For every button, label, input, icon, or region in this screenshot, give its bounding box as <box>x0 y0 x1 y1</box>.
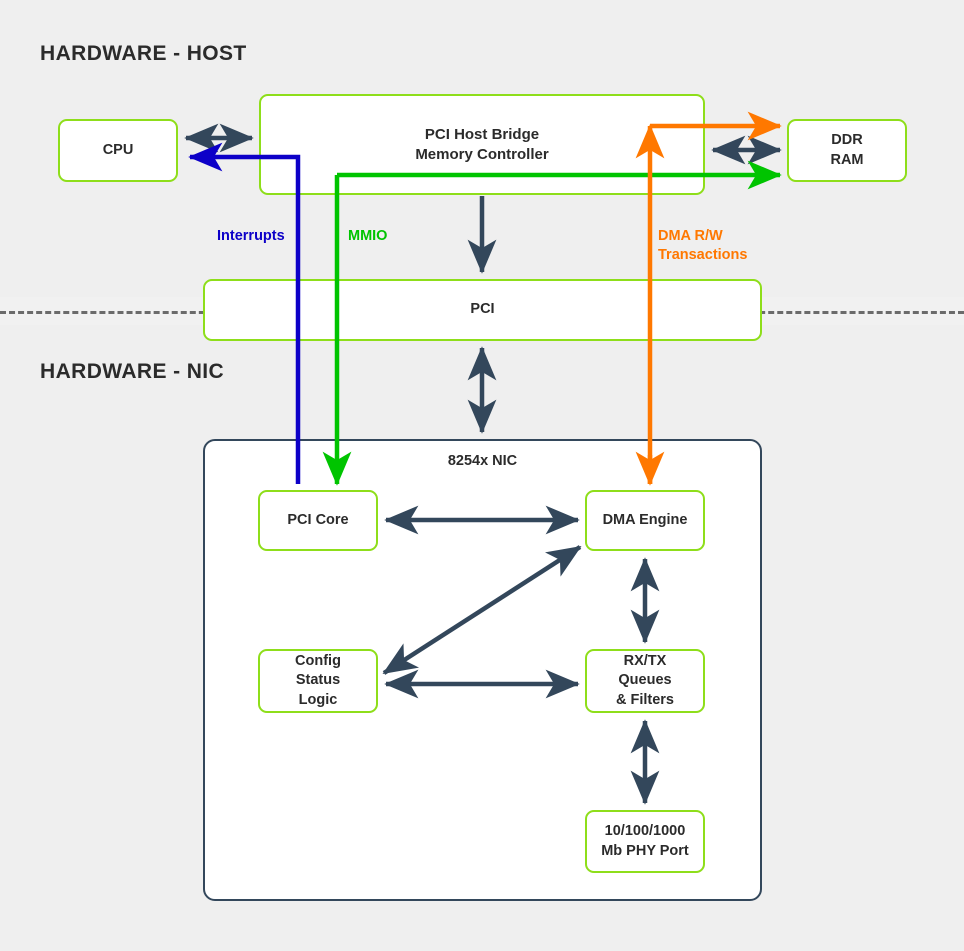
node-ddr-ram[interactable]: DDR RAM <box>787 119 907 182</box>
node-cpu-label: CPU <box>102 141 134 158</box>
node-phy-line2: Mb PHY Port <box>601 842 689 859</box>
node-rx-tx-queues-label: RX/TX Queues & Filters <box>616 652 674 709</box>
node-host-bridge-line2: Memory Controller <box>415 145 549 163</box>
node-pci-label: PCI <box>470 301 495 318</box>
node-phy-line1: 10/100/1000 <box>604 823 686 840</box>
node-rxtx-line3: & Filters <box>615 691 674 708</box>
node-rx-tx-queues[interactable]: RX/TX Queues & Filters <box>585 649 705 713</box>
flow-label-interrupts: Interrupts <box>217 228 285 244</box>
node-config-line1: Config <box>295 653 341 670</box>
node-dma-engine[interactable]: DMA Engine <box>585 490 705 551</box>
flow-label-dma-line2: Transactions <box>658 246 748 263</box>
flow-label-mmio: MMIO <box>348 228 388 244</box>
node-config-line2: Status <box>295 672 341 689</box>
node-pci-core[interactable]: PCI Core <box>258 490 378 551</box>
nic-frame-label: 8254x NIC <box>447 453 518 469</box>
node-config-line3: Logic <box>298 691 338 708</box>
node-ddr-ram-line2: RAM <box>830 151 864 168</box>
section-title-nic: HARDWARE - NIC <box>40 360 225 383</box>
node-config-status-logic[interactable]: Config Status Logic <box>258 649 378 713</box>
node-rxtx-line1: RX/TX <box>623 653 667 670</box>
node-host-bridge[interactable]: PCI Host Bridge Memory Controller <box>259 94 705 195</box>
node-host-bridge-label: PCI Host Bridge Memory Controller <box>415 125 548 165</box>
node-pci[interactable]: PCI <box>203 279 762 341</box>
node-phy-port-label: 10/100/1000 Mb PHY Port <box>601 822 689 860</box>
node-phy-port[interactable]: 10/100/1000 Mb PHY Port <box>585 810 705 873</box>
flow-label-dma: DMA R/W Transactions <box>658 227 747 265</box>
node-pci-core-label: PCI Core <box>287 511 349 528</box>
node-host-bridge-line1: PCI Host Bridge <box>424 125 540 143</box>
flow-label-dma-line1: DMA R/W <box>658 228 723 244</box>
node-config-status-logic-label: Config Status Logic <box>295 652 341 709</box>
node-ddr-ram-line1: DDR <box>831 132 863 149</box>
node-rxtx-line2: Queues <box>618 672 672 689</box>
node-cpu[interactable]: CPU <box>58 119 178 182</box>
diagram-canvas: HARDWARE - HOST HARDWARE - NIC 8254x NIC <box>0 0 964 951</box>
node-ddr-ram-label: DDR RAM <box>830 131 863 169</box>
node-dma-engine-label: DMA Engine <box>602 511 688 528</box>
section-title-host: HARDWARE - HOST <box>40 42 247 65</box>
